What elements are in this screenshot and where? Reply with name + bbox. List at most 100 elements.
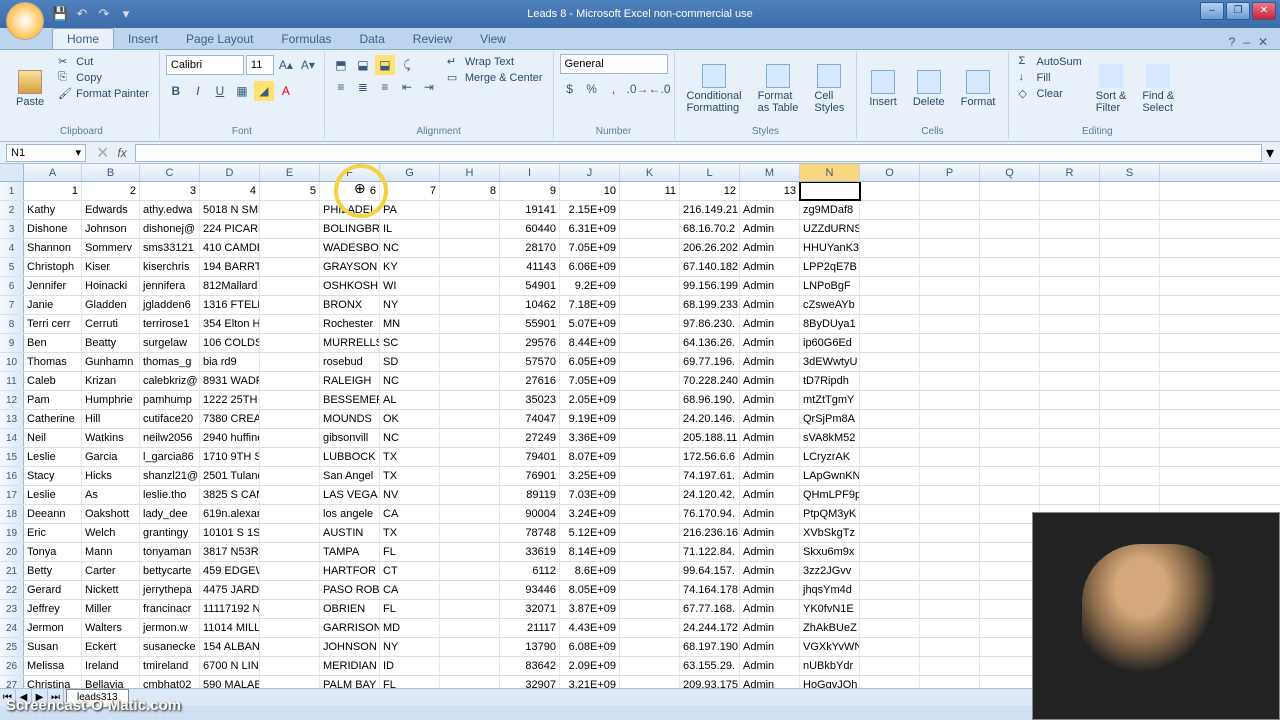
cell[interactable]: PHILADEL	[320, 201, 380, 219]
cell[interactable]	[860, 467, 920, 485]
cell[interactable]	[860, 220, 920, 238]
cell[interactable]: RALEIGH	[320, 372, 380, 390]
cell[interactable]: Admin	[740, 638, 800, 656]
align-left-icon[interactable]: ≡	[331, 77, 351, 97]
cell[interactable]: LAS VEGA	[320, 486, 380, 504]
cell[interactable]: 154 ALBANY AVE	[200, 638, 260, 656]
cell[interactable]: Rochester	[320, 315, 380, 333]
cell[interactable]	[860, 258, 920, 276]
cell[interactable]: 216.149.21	[680, 201, 740, 219]
cell[interactable]	[620, 505, 680, 523]
cell[interactable]: 7	[380, 182, 440, 200]
cell[interactable]: 206.26.202	[680, 239, 740, 257]
cell[interactable]: 8.05E+09	[560, 581, 620, 599]
cell[interactable]: BESSEMER	[320, 391, 380, 409]
cut-button[interactable]: ✂Cut	[54, 54, 153, 70]
cell[interactable]	[980, 448, 1040, 466]
cell[interactable]	[620, 220, 680, 238]
cell[interactable]: Admin	[740, 581, 800, 599]
cell[interactable]	[440, 638, 500, 656]
copy-button[interactable]: ⎘Copy	[54, 70, 153, 86]
cell[interactable]: AUSTIN	[320, 524, 380, 542]
indent-dec-icon[interactable]: ⇤	[397, 77, 417, 97]
insert-cells-button[interactable]: Insert	[863, 54, 903, 124]
cell[interactable]	[980, 619, 1040, 637]
cell[interactable]: TX	[380, 524, 440, 542]
cell[interactable]	[440, 334, 500, 352]
cell[interactable]: sVA8kM52	[800, 429, 860, 447]
cell[interactable]: 11	[620, 182, 680, 200]
cell[interactable]	[1040, 220, 1100, 238]
cell[interactable]: 5.07E+09	[560, 315, 620, 333]
cell[interactable]	[440, 201, 500, 219]
cell[interactable]: PASO ROB	[320, 581, 380, 599]
cell[interactable]	[1100, 429, 1160, 447]
cell[interactable]: QHmLPF9p	[800, 486, 860, 504]
cell[interactable]	[260, 277, 320, 295]
cell[interactable]	[1100, 372, 1160, 390]
cell[interactable]: OSHKOSH	[320, 277, 380, 295]
cell[interactable]	[860, 201, 920, 219]
cell[interactable]	[620, 258, 680, 276]
cell[interactable]: MERIDIAN	[320, 657, 380, 675]
cell[interactable]: 99.64.157.	[680, 562, 740, 580]
cell[interactable]	[1040, 258, 1100, 276]
cell[interactable]: IL	[380, 220, 440, 238]
cell[interactable]: Dishone	[24, 220, 82, 238]
cell[interactable]: Admin	[740, 600, 800, 618]
cell[interactable]: NC	[380, 429, 440, 447]
cell[interactable]	[1100, 410, 1160, 428]
cell[interactable]	[980, 277, 1040, 295]
cell[interactable]	[980, 353, 1040, 371]
cell[interactable]: 90004	[500, 505, 560, 523]
cell[interactable]	[260, 448, 320, 466]
cell[interactable]: kiserchris	[140, 258, 200, 276]
cell[interactable]	[980, 600, 1040, 618]
row-header[interactable]: 4	[0, 239, 24, 257]
cell[interactable]: NY	[380, 296, 440, 314]
cell[interactable]: 3zz2JGvv	[800, 562, 860, 580]
cell[interactable]: 8.14E+09	[560, 543, 620, 561]
col-header-M[interactable]: M	[740, 164, 800, 181]
cell[interactable]	[620, 315, 680, 333]
cell[interactable]	[440, 258, 500, 276]
cell[interactable]	[620, 334, 680, 352]
row-header[interactable]: 12	[0, 391, 24, 409]
cell[interactable]	[920, 467, 980, 485]
cell[interactable]	[1100, 391, 1160, 409]
cell[interactable]	[440, 600, 500, 618]
align-bottom-icon[interactable]: ⬓	[375, 55, 395, 75]
cell[interactable]	[980, 638, 1040, 656]
cell[interactable]: 106 COLDSTREAM CC	[200, 334, 260, 352]
cell[interactable]	[620, 239, 680, 257]
cell[interactable]	[920, 524, 980, 542]
wrap-text-button[interactable]: ↵Wrap Text	[443, 54, 547, 70]
cell[interactable]	[860, 410, 920, 428]
cell[interactable]	[980, 429, 1040, 447]
cell[interactable]	[920, 334, 980, 352]
tab-data[interactable]: Data	[345, 29, 398, 49]
cell[interactable]	[440, 619, 500, 637]
cell[interactable]: Jeffrey	[24, 600, 82, 618]
cell[interactable]	[1040, 353, 1100, 371]
cell[interactable]: 4475 JARDINE RD	[200, 581, 260, 599]
cell[interactable]: pamhump	[140, 391, 200, 409]
tab-formulas[interactable]: Formulas	[267, 29, 345, 49]
cell[interactable]: Admin	[740, 315, 800, 333]
col-header-S[interactable]: S	[1100, 164, 1160, 181]
cell[interactable]: WADESBO	[320, 239, 380, 257]
cell[interactable]	[920, 486, 980, 504]
cell[interactable]: BRONX	[320, 296, 380, 314]
cell[interactable]	[980, 201, 1040, 219]
cell[interactable]	[920, 353, 980, 371]
cell[interactable]: MN	[380, 315, 440, 333]
cell[interactable]: PtpQM3yK	[800, 505, 860, 523]
cell[interactable]	[620, 600, 680, 618]
underline-button[interactable]: U	[210, 81, 230, 101]
expand-fbar-icon[interactable]: ▾	[1266, 143, 1274, 163]
cell[interactable]	[1040, 239, 1100, 257]
cell[interactable]: 68.96.190.	[680, 391, 740, 409]
tab-insert[interactable]: Insert	[114, 29, 172, 49]
cell[interactable]	[1040, 372, 1100, 390]
row-header[interactable]: 8	[0, 315, 24, 333]
